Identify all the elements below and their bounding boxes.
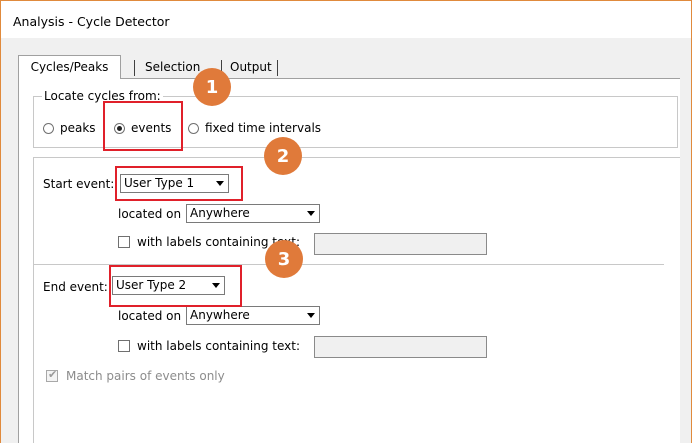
- start-located-on-value: Anywhere: [190, 206, 250, 220]
- radio-fixed-time-intervals[interactable]: fixed time intervals: [188, 121, 321, 135]
- start-labels-text-input[interactable]: [314, 233, 487, 255]
- chevron-down-icon[interactable]: [303, 308, 318, 323]
- callout-number: 1: [205, 76, 219, 98]
- callout-badge-3: 3: [265, 240, 303, 278]
- radio-peaks[interactable]: peaks: [43, 121, 96, 135]
- tab-cycles-peaks-label: Cycles/Peaks: [30, 60, 109, 74]
- end-labels-text-input[interactable]: [314, 336, 487, 358]
- tab-output-label: Output: [230, 60, 272, 74]
- tab-cycles-peaks[interactable]: Cycles/Peaks: [18, 55, 121, 79]
- callout-number: 2: [276, 145, 290, 167]
- chevron-down-icon[interactable]: [303, 206, 318, 221]
- start-labels-checkbox[interactable]: [118, 236, 130, 248]
- tab-separator: [134, 60, 135, 76]
- start-located-on-label: located on: [118, 207, 182, 221]
- callout-number: 3: [277, 248, 291, 270]
- match-pairs-label: Match pairs of events only: [66, 369, 225, 383]
- radio-fixed-circle[interactable]: [188, 122, 199, 134]
- end-labels-checkbox[interactable]: [118, 340, 130, 352]
- highlight-box-events: [103, 101, 183, 151]
- end-located-on-label: located on: [118, 309, 182, 323]
- window-title: Analysis - Cycle Detector: [13, 14, 170, 29]
- tab-selection-label: Selection: [145, 60, 201, 74]
- highlight-box-end-event: [109, 265, 242, 307]
- radio-peaks-label: peaks: [60, 121, 96, 135]
- highlight-box-start-event: [115, 166, 243, 201]
- tab-output[interactable]: Output: [224, 56, 278, 78]
- checkmark-icon: ✔: [48, 368, 58, 381]
- title-bar: Analysis - Cycle Detector: [1, 0, 691, 38]
- radio-peaks-circle[interactable]: [43, 122, 54, 134]
- end-labels-checkbox-label: with labels containing text:: [137, 339, 301, 353]
- match-pairs-checkbox[interactable]: ✔: [46, 368, 58, 382]
- start-located-on-dropdown[interactable]: Anywhere: [186, 204, 320, 223]
- end-located-on-value: Anywhere: [190, 308, 250, 322]
- end-event-label: End event:: [43, 280, 108, 294]
- radio-fixed-label: fixed time intervals: [205, 121, 322, 135]
- start-event-label: Start event:: [43, 177, 115, 191]
- end-located-on-dropdown[interactable]: Anywhere: [186, 306, 320, 325]
- callout-badge-2: 2: [264, 137, 302, 175]
- callout-badge-1: 1: [193, 68, 231, 106]
- tab-separator: [277, 60, 278, 76]
